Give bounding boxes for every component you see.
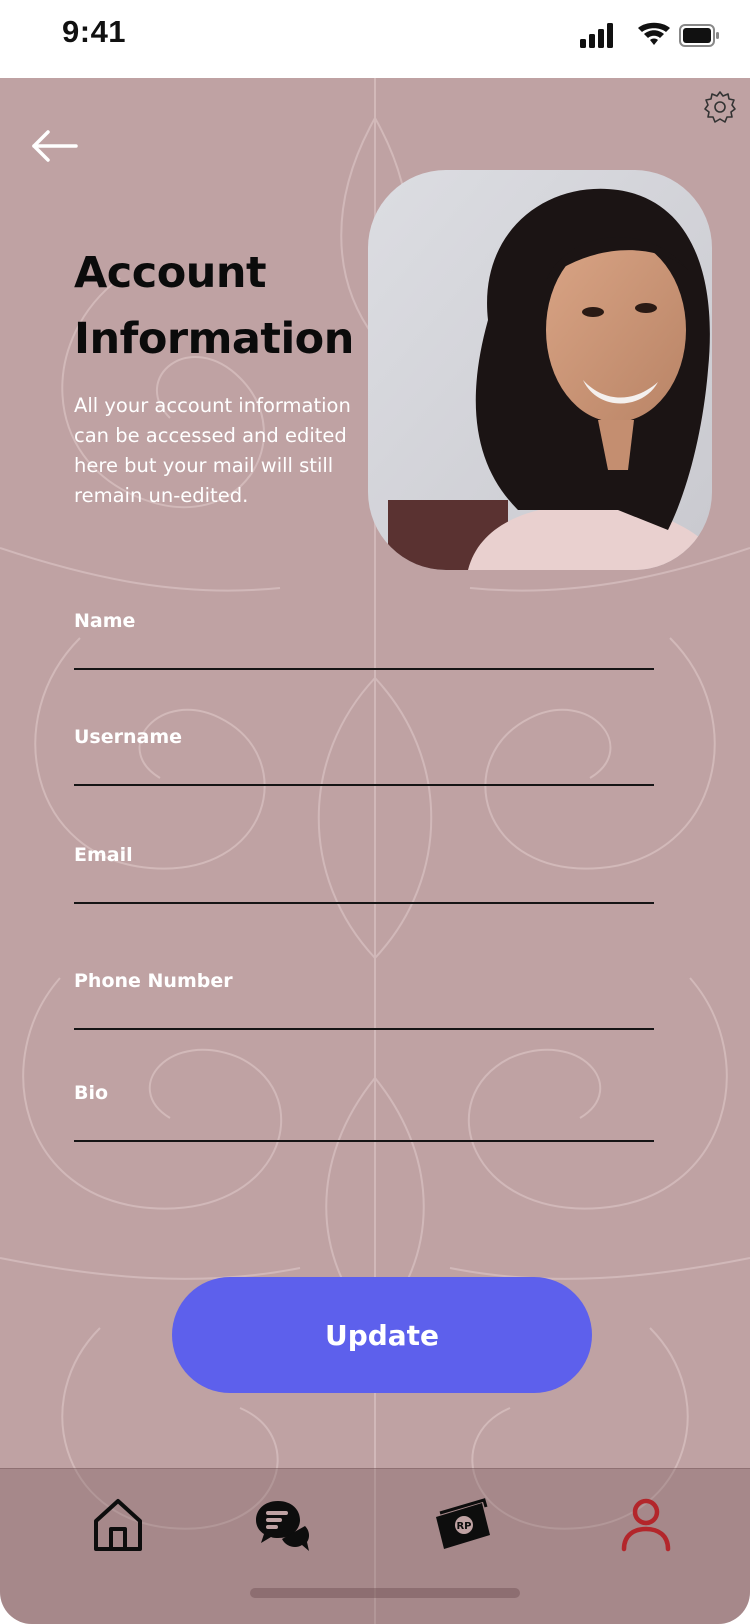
battery-icon: [679, 24, 719, 47]
nav-money[interactable]: RP: [432, 1495, 492, 1555]
name-input[interactable]: [74, 636, 654, 670]
account-screen: Account Information All your account inf…: [0, 78, 750, 1624]
settings-button[interactable]: [703, 90, 737, 124]
wifi-icon: [638, 22, 670, 45]
home-icon: [94, 1499, 142, 1551]
nav-profile[interactable]: [616, 1495, 676, 1555]
phone-number-label: Phone Number: [74, 970, 233, 992]
name-label: Name: [74, 610, 136, 632]
status-bar: 9:41: [0, 0, 750, 78]
nav-chat[interactable]: [252, 1495, 312, 1555]
email-field: Email: [74, 844, 654, 904]
status-time: 9:41: [62, 14, 127, 49]
bottom-nav: RP: [0, 1468, 750, 1624]
username-label: Username: [74, 726, 183, 748]
phone-number-input[interactable]: [74, 996, 654, 1030]
page-title: Account Information: [74, 248, 354, 364]
name-field: Name: [74, 610, 654, 670]
status-icons: [580, 22, 719, 48]
gear-icon: [704, 91, 736, 123]
money-badge: RP: [456, 1521, 471, 1532]
bio-label: Bio: [74, 1082, 109, 1104]
chat-icon: [256, 1501, 310, 1551]
money-icon: RP: [436, 1498, 490, 1549]
back-button[interactable]: [28, 126, 80, 166]
page-description: All your account information can be acce…: [74, 394, 351, 507]
home-indicator: [250, 1588, 520, 1598]
username-field: Username: [74, 726, 654, 786]
nav-home[interactable]: [88, 1495, 148, 1555]
bio-input[interactable]: [74, 1108, 654, 1142]
arrow-left-icon: [32, 130, 78, 162]
phone-number-field: Phone Number: [74, 970, 654, 1030]
update-button[interactable]: Update: [172, 1277, 592, 1393]
username-input[interactable]: [74, 752, 654, 786]
bio-field: Bio: [74, 1082, 654, 1142]
profile-icon: [621, 1498, 671, 1552]
email-label: Email: [74, 844, 133, 866]
profile-photo[interactable]: [368, 170, 712, 570]
email-input[interactable]: [74, 870, 654, 904]
signal-icon: [580, 23, 613, 48]
